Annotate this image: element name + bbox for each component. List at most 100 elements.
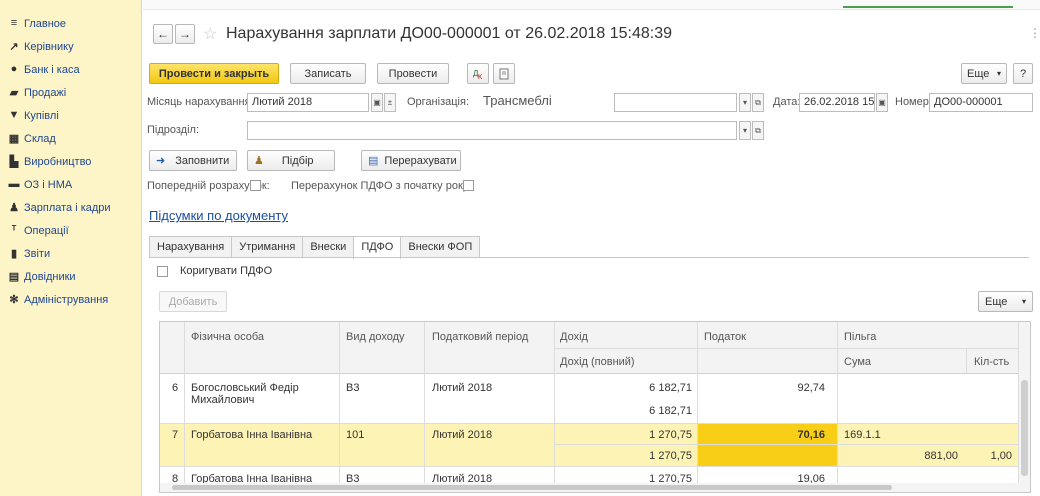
org-field[interactable]: [614, 93, 737, 112]
table-cell-person[interactable]: Горбатова Інна Іванівна: [191, 429, 312, 441]
table-cell-person-cont[interactable]: Михайлович: [191, 394, 254, 406]
table-cell-benefit[interactable]: 169.1.1: [844, 429, 881, 441]
table-cell-type[interactable]: 101: [346, 429, 364, 441]
table-cell-period[interactable]: Лютий 2018: [432, 429, 492, 441]
table-cell-income[interactable]: 6 182,71: [560, 382, 692, 394]
calendar-button[interactable]: ▣: [371, 93, 383, 112]
dept-open-button[interactable]: ⧉: [752, 121, 764, 140]
row-divider: [554, 444, 1018, 445]
table-cell-tax[interactable]: 92,74: [700, 382, 825, 394]
page-title: Нарахування зарплати ДО00-000001 от 26.0…: [226, 25, 673, 42]
prelim-checkbox[interactable]: [250, 180, 261, 191]
table-cell-income-full[interactable]: 1 270,75: [560, 450, 692, 462]
recalc-pdfo-checkbox[interactable]: [463, 180, 474, 191]
header-sum[interactable]: Сума: [844, 356, 871, 368]
coin-icon: ●: [10, 63, 18, 75]
sidebar-item-main[interactable]: ≡ Главное: [0, 12, 141, 35]
vertical-scrollbar[interactable]: [1018, 322, 1030, 492]
stepper-icon: ±: [387, 98, 393, 107]
header-person[interactable]: Фізична особа: [191, 331, 264, 343]
link-icon: ⧉: [755, 97, 761, 107]
header-income-full[interactable]: Дохід (повний): [560, 356, 635, 368]
favorite-star-icon[interactable]: ☆: [203, 24, 217, 44]
sidebar-item-sales[interactable]: ▰ Продажі: [0, 81, 141, 104]
date-field[interactable]: 26.02.2018 15: [799, 93, 875, 112]
top-tab-strip: [143, 0, 1040, 10]
recalc-button[interactable]: ▤ Перерахувати: [361, 150, 461, 171]
sidebar-item-label: Керівнику: [24, 40, 74, 53]
person-icon: ♟: [9, 201, 19, 214]
active-window-indicator: [843, 6, 1013, 10]
sidebar-item-assets[interactable]: ▬ ОЗ і НМА: [0, 173, 141, 196]
sidebar-item-bank[interactable]: ● Банк і каса: [0, 58, 141, 81]
header-divider: [554, 348, 1018, 349]
table-cell-income[interactable]: 1 270,75: [560, 429, 692, 441]
correct-pdfo-checkbox[interactable]: [157, 266, 168, 277]
header-tax-period[interactable]: Податковий період: [432, 331, 528, 343]
org-open-button[interactable]: ⧉: [752, 93, 764, 112]
header-qty[interactable]: Кіл-сть: [974, 356, 1009, 368]
more-menu-icon[interactable]: ⋮: [1029, 26, 1040, 40]
dt-kt-icon: ДК: [473, 69, 483, 80]
forward-button[interactable]: →: [175, 24, 195, 44]
fill-button[interactable]: ➜ Заповнити: [149, 150, 237, 171]
sidebar-item-purchases[interactable]: ▼ Купівлі: [0, 104, 141, 127]
add-button[interactable]: Добавить: [159, 291, 227, 312]
horizontal-scrollbar[interactable]: [160, 483, 1020, 492]
print-button[interactable]: [493, 63, 515, 84]
number-field[interactable]: ДО00-000001: [929, 93, 1033, 112]
dt-kt-button[interactable]: ДК: [467, 63, 489, 84]
sidebar-item-production[interactable]: ▙ Виробництво: [0, 150, 141, 173]
back-button[interactable]: ←: [153, 24, 173, 44]
scroll-thumb[interactable]: [172, 485, 892, 490]
header-income-type[interactable]: Вид доходу: [346, 331, 405, 343]
org-dropdown-button[interactable]: ▾: [739, 93, 751, 112]
sidebar-item-catalogs[interactable]: ▤ Довідники: [0, 265, 141, 288]
help-button[interactable]: ?: [1013, 63, 1033, 84]
table-cell-qty[interactable]: 1,00: [966, 450, 1012, 462]
more-button[interactable]: Еще ▾: [961, 63, 1007, 84]
calendar-icon: ▣: [373, 98, 381, 107]
tab-fop-contributions[interactable]: Внески ФОП: [400, 236, 481, 258]
sidebar-item-operations[interactable]: ᵀ Операції: [0, 219, 141, 242]
chevron-down-icon: ▾: [1021, 297, 1026, 306]
button-label: Еще: [967, 67, 990, 80]
recalc-icon: ▤: [368, 155, 379, 167]
totals-link[interactable]: Підсумки по документу: [149, 208, 288, 223]
fill-arrow-icon: ➜: [156, 155, 166, 167]
table-cell-income-full[interactable]: 6 182,71: [560, 405, 692, 417]
table-cell-person[interactable]: Богословський Федір: [191, 382, 299, 394]
table-more-button[interactable]: Еще ▾: [978, 291, 1033, 312]
pick-button[interactable]: ♟ Підбір: [247, 150, 335, 171]
post-and-close-button[interactable]: Провести и закрыть: [149, 63, 279, 84]
tab-contributions[interactable]: Внески: [302, 236, 355, 258]
post-button[interactable]: Провести: [377, 63, 449, 84]
sidebar-item-label: ОЗ і НМА: [24, 178, 73, 191]
sidebar-item-warehouse[interactable]: ▦ Склад: [0, 127, 141, 150]
save-button[interactable]: Записать: [290, 63, 366, 84]
sidebar-item-reports[interactable]: ▮ Звіти: [0, 242, 141, 265]
dept-field[interactable]: [247, 121, 737, 140]
factory-icon: ▙: [9, 155, 19, 168]
scroll-thumb[interactable]: [1021, 380, 1028, 476]
tab-pdfo[interactable]: ПДФО: [353, 236, 402, 259]
pdfo-table: Фізична особа Вид доходу Податковий пері…: [159, 321, 1031, 493]
header-benefit[interactable]: Пільга: [844, 331, 876, 343]
tab-accruals[interactable]: Нарахування: [149, 236, 233, 258]
tab-deductions[interactable]: Утримання: [231, 236, 304, 258]
sidebar-item-manager[interactable]: ↗ Керівнику: [0, 35, 141, 58]
table-cell-period[interactable]: Лютий 2018: [432, 382, 492, 394]
month-stepper[interactable]: ±: [384, 93, 396, 112]
table-cell-tax[interactable]: 70,16: [700, 429, 825, 441]
sidebar-item-admin[interactable]: ✻ Адміністрування: [0, 288, 141, 311]
sidebar-item-salary[interactable]: ♟ Зарплата і кадри: [0, 196, 141, 219]
table-cell-type[interactable]: В3: [346, 382, 359, 394]
month-field[interactable]: Лютий 2018: [247, 93, 369, 112]
header-tax[interactable]: Податок: [704, 331, 746, 343]
header-income[interactable]: Дохід: [560, 331, 588, 343]
sidebar-item-label: Звіти: [24, 247, 51, 260]
date-calendar-button[interactable]: ▣: [876, 93, 888, 112]
table-cell-sum[interactable]: 881,00: [850, 450, 958, 462]
dept-dropdown-button[interactable]: ▾: [739, 121, 751, 140]
document-icon: [499, 68, 509, 79]
